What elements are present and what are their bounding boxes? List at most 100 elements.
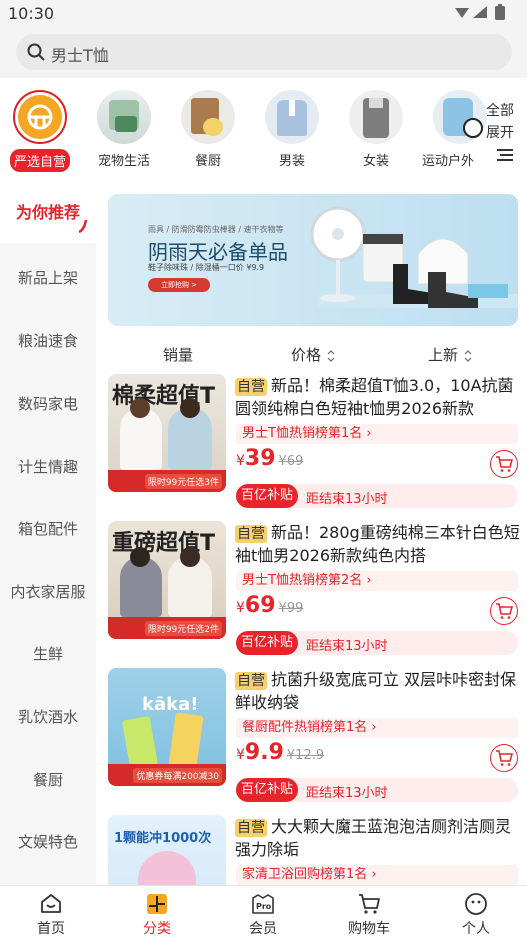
- sidebar-item-underwear[interactable]: 内衣家居服: [0, 581, 96, 602]
- tab-cart[interactable]: 购物车: [329, 892, 409, 938]
- search-icon: [27, 43, 45, 61]
- tab-category[interactable]: 分类: [117, 892, 197, 938]
- sidebar-item-culture[interactable]: 文娱特色: [0, 831, 96, 852]
- subsidy-badge: 百亿补贴: [236, 778, 298, 802]
- category-item-yanxuan[interactable]: 严选自营: [2, 90, 78, 172]
- category-item-pet[interactable]: 宠物生活: [86, 90, 162, 169]
- sort-price-button[interactable]: 价格: [291, 344, 336, 365]
- menswear-category-icon: [265, 90, 319, 144]
- banner-products-image: [310, 206, 518, 308]
- product-image-band: 优惠券每满200减30: [133, 768, 222, 783]
- product-title[interactable]: 自营 新品！棉柔超值T恤3.0，10A抗菌圆领纯棉白色短袖t恤男2026新款: [235, 374, 520, 420]
- product-image[interactable]: 1颗能冲1000次: [108, 815, 226, 885]
- self-operated-badge: 自营: [235, 819, 267, 837]
- search-input[interactable]: 男士T恤: [51, 42, 109, 66]
- cart-icon: [496, 456, 513, 472]
- expand-all-button[interactable]: 全部 展开: [486, 100, 524, 169]
- product-title[interactable]: 自营 大大颗大魔王蓝泡泡洁厕剂洁厕灵强力除垢: [235, 815, 520, 861]
- category-row: 严选自营 宠物生活 餐厨 男装 女装 运动户外 全部 展开: [0, 80, 527, 180]
- outdoor-category-icon: [433, 90, 487, 144]
- bottom-tab-bar: 首页 分类 Pro 会员 购物车 个人: [0, 885, 527, 941]
- product-price: ¥9.9 ¥12.9: [236, 740, 324, 765]
- product-card[interactable]: 1颗能冲1000次 自营 大大颗大魔王蓝泡泡洁厕剂洁厕灵强力除垢 家清卫浴回购榜第…: [108, 815, 527, 885]
- sidebar-item-digital[interactable]: 数码家电: [0, 393, 96, 414]
- cellular-icon: [473, 6, 487, 18]
- sidebar-item-drinks[interactable]: 乳饮酒水: [0, 706, 96, 727]
- sidebar-item-grain[interactable]: 粮油速食: [0, 330, 96, 351]
- sort-newest-label: 上新: [428, 346, 459, 364]
- battery-icon: [495, 6, 505, 20]
- product-price: ¥69 ¥99: [236, 593, 303, 618]
- product-title-text: 抗菌升级宽底可立 双层咔咔密封保鲜收纳袋: [235, 670, 517, 712]
- product-image-band: 限时99元任选2件: [144, 621, 222, 636]
- cart-icon: [496, 750, 513, 766]
- category-label: 宠物生活: [97, 154, 150, 169]
- cart-icon: [496, 603, 513, 619]
- product-price: ¥39 ¥69: [236, 446, 303, 471]
- status-icons: [455, 4, 505, 20]
- price-currency: ¥: [236, 600, 245, 616]
- product-rank-text: 男士T恤热销榜第2名: [242, 573, 363, 588]
- banner-title: 阴雨天必备单品: [148, 240, 288, 264]
- category-label: 女装: [362, 154, 389, 169]
- tab-home[interactable]: 首页: [11, 892, 91, 938]
- product-rank-text: 家清卫浴回购榜第1名: [242, 867, 368, 882]
- sort-arrows-icon: [327, 349, 335, 362]
- add-to-cart-button[interactable]: [490, 597, 518, 625]
- tab-profile[interactable]: 个人: [436, 892, 516, 938]
- sidebar-item-bags[interactable]: 箱包配件: [0, 518, 96, 539]
- svg-text:Pro: Pro: [256, 902, 272, 911]
- product-card[interactable]: 重磅超值T 限时99元任选2件 自营 新品！280g重磅纯棉三本针白色短袖t恤男2…: [108, 521, 527, 667]
- product-title-text: 新品！280g重磅纯棉三本针白色短袖t恤男2026新款纯色内搭: [235, 523, 520, 565]
- banner-buy-button[interactable]: 立即抢购 >: [148, 278, 210, 292]
- sidebar-item-new[interactable]: 新品上架: [0, 267, 96, 288]
- product-image[interactable]: 重磅超值T 限时99元任选2件: [108, 521, 226, 639]
- signal-icon: [455, 8, 469, 18]
- product-title-text: 新品！棉柔超值T恤3.0，10A抗菌圆领纯棉白色短袖t恤男2026新款: [235, 376, 514, 418]
- product-image-text: kāka!: [142, 694, 199, 715]
- product-rank-link[interactable]: 家清卫浴回购榜第1名 ›: [236, 865, 518, 885]
- chevron-right-icon: ›: [371, 720, 377, 735]
- add-to-cart-button[interactable]: [490, 744, 518, 772]
- tab-member[interactable]: Pro 会员: [223, 892, 303, 938]
- status-time: 10:30: [8, 4, 55, 23]
- category-item-womenswear[interactable]: 女装: [338, 90, 414, 169]
- chevron-right-icon: ›: [366, 426, 372, 441]
- product-title[interactable]: 自营 新品！280g重磅纯棉三本针白色短袖t恤男2026新款纯色内搭: [235, 521, 520, 567]
- product-card[interactable]: kāka! 优惠券每满200减30 自营 抗菌升级宽底可立 双层咔咔密封保鲜收纳袋…: [108, 668, 527, 814]
- product-rank-link[interactable]: 男士T恤热销榜第1名 ›: [236, 424, 518, 444]
- category-item-kitchen[interactable]: 餐厨: [170, 90, 246, 169]
- product-image[interactable]: kāka! 优惠券每满200减30: [108, 668, 226, 786]
- banner-subtitle: 鞋子除味珠 / 除湿桶一口价 ¥9.9: [148, 263, 265, 272]
- sidebar-item-fresh[interactable]: 生鲜: [0, 643, 96, 664]
- price-currency: ¥: [236, 747, 245, 763]
- subsidy-bar: 百亿补贴 距结束13小时: [236, 778, 518, 802]
- sort-sales-button[interactable]: 销量: [163, 344, 193, 365]
- active-indicator-icon: [78, 219, 88, 233]
- sidebar-item-adult[interactable]: 计生情趣: [0, 456, 96, 477]
- subsidy-badge: 百亿补贴: [236, 484, 298, 508]
- subsidy-countdown: 距结束13小时: [306, 639, 388, 654]
- profile-icon: [465, 893, 487, 915]
- sort-row: 销量 价格 上新: [108, 338, 518, 368]
- subsidy-badge: 百亿补贴: [236, 631, 298, 655]
- sort-newest-button[interactable]: 上新: [428, 344, 473, 365]
- product-title[interactable]: 自营 抗菌升级宽底可立 双层咔咔密封保鲜收纳袋: [235, 668, 520, 714]
- subsidy-countdown: 距结束13小时: [306, 786, 388, 801]
- product-rank-link[interactable]: 餐厨配件热销榜第1名 ›: [236, 718, 518, 738]
- product-image[interactable]: 棉柔超值T 限时99元任选3件: [108, 374, 226, 492]
- sidebar-item-kitchen[interactable]: 餐厨: [0, 769, 96, 790]
- promo-banner[interactable]: 雨具 / 防滑防霉防虫棒器 / 速干衣物等 阴雨天必备单品 鞋子除味珠 / 除湿…: [108, 194, 518, 326]
- product-card[interactable]: 棉柔超值T 限时99元任选3件 自营 新品！棉柔超值T恤3.0，10A抗菌圆领纯棉…: [108, 374, 527, 520]
- expand-line-1: 全部: [486, 103, 514, 119]
- subsidy-countdown: 距结束13小时: [306, 492, 388, 507]
- product-rank-link[interactable]: 男士T恤热销榜第2名 ›: [236, 571, 518, 591]
- tab-label: 个人: [462, 921, 490, 937]
- sidebar-item-recommend[interactable]: 为你推荐: [0, 183, 96, 243]
- category-item-menswear[interactable]: 男装: [254, 90, 330, 169]
- sort-arrows-icon: [464, 349, 472, 362]
- pro-member-icon: Pro: [252, 894, 274, 914]
- add-to-cart-button[interactable]: [490, 450, 518, 478]
- sidebar-item-label: 为你推荐: [15, 203, 80, 222]
- search-bar[interactable]: 男士T恤: [16, 34, 512, 70]
